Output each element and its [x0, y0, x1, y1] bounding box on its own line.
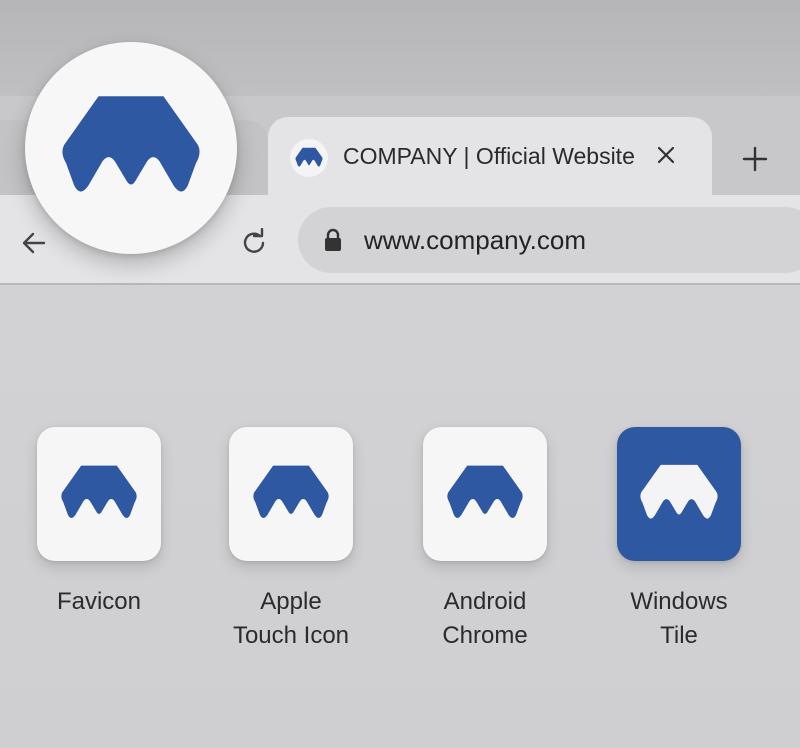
- lock-icon[interactable]: [322, 228, 344, 252]
- tab-favicon: [290, 139, 328, 177]
- new-tab-button[interactable]: [737, 141, 773, 177]
- stage: COMPANY | Official Website www.company.c…: [0, 0, 800, 748]
- plus-icon: [742, 146, 768, 172]
- windows-tile-card[interactable]: [617, 427, 741, 561]
- address-bar[interactable]: www.company.com: [298, 207, 800, 273]
- toolbar-divider: [0, 283, 800, 285]
- company-logo-icon: [447, 465, 523, 518]
- reload-icon: [243, 228, 265, 253]
- active-tab[interactable]: COMPANY | Official Website: [268, 117, 712, 197]
- apple-touch-icon-label: Apple Touch Icon: [232, 588, 350, 649]
- close-icon: [657, 146, 675, 164]
- company-logo-icon: [61, 465, 137, 518]
- company-logo-icon: [640, 464, 718, 519]
- android-chrome-label: Android Chrome: [442, 588, 528, 649]
- url-text[interactable]: www.company.com: [364, 223, 586, 257]
- company-logo-icon: [295, 147, 323, 167]
- magnified-favicon: [25, 42, 237, 254]
- reload-button[interactable]: [236, 225, 272, 261]
- windows-tile-label: Windows Tile: [630, 588, 728, 649]
- back-arrow-icon: [22, 232, 46, 254]
- company-logo-icon: [62, 96, 200, 192]
- android-chrome-card[interactable]: [423, 427, 547, 561]
- back-button[interactable]: [16, 225, 52, 261]
- apple-touch-icon-card[interactable]: [229, 427, 353, 561]
- company-logo-icon: [253, 465, 329, 518]
- tab-title: COMPANY | Official Website: [343, 143, 635, 169]
- tab-close-button[interactable]: [650, 139, 682, 171]
- favicon-label: Favicon: [56, 588, 142, 615]
- favicon-card[interactable]: [37, 427, 161, 561]
